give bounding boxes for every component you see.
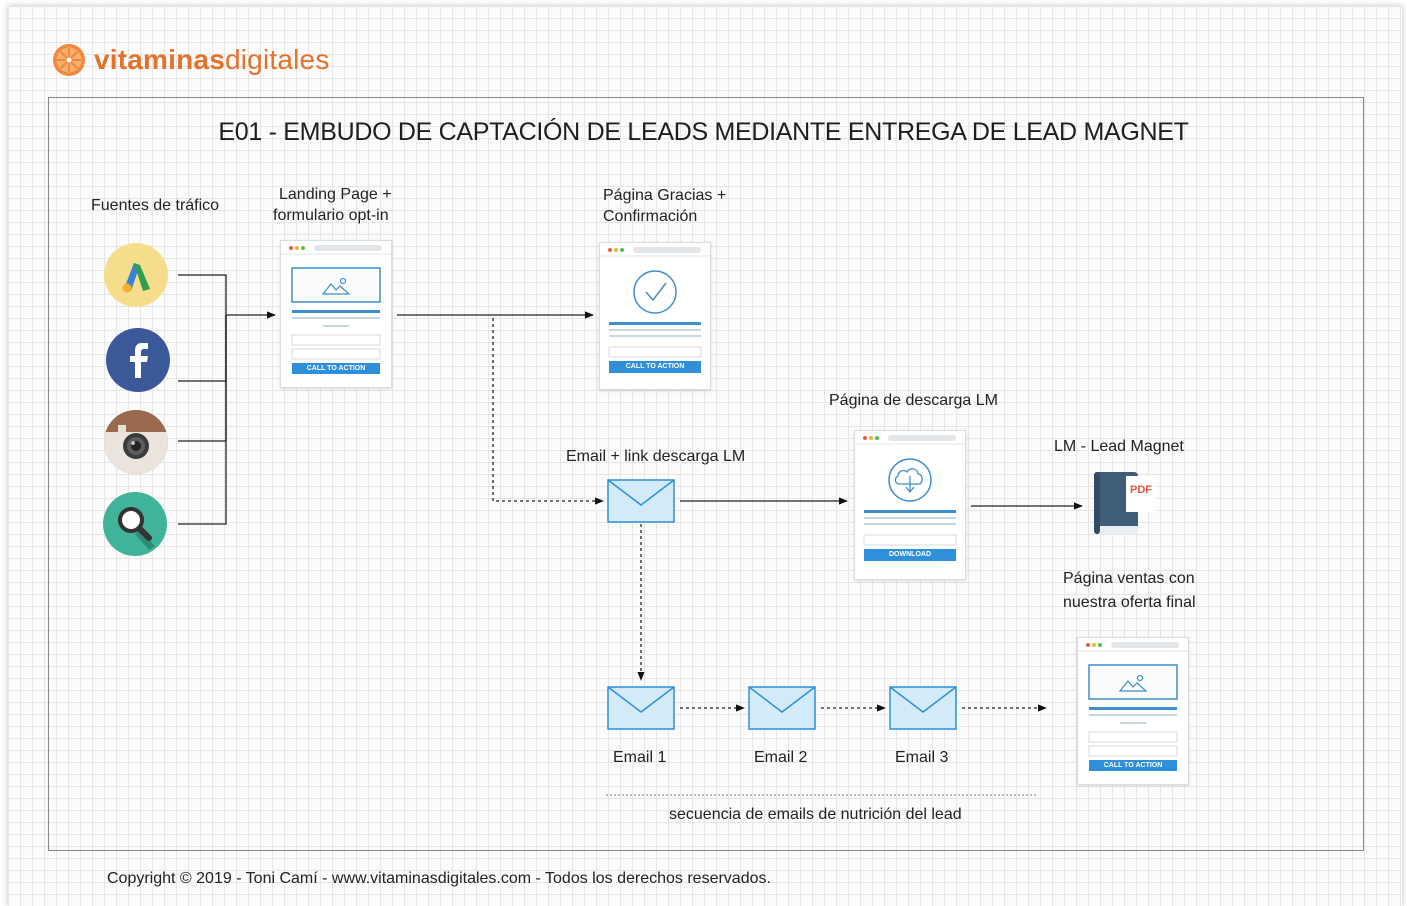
email-2-envelope-icon [748,686,816,730]
label-email-1: Email 1 [613,749,667,766]
label-email-sequence: secuencia de emails de nutrición del lea… [669,806,962,823]
sales-cta-button[interactable]: CALL TO ACTION [1089,760,1177,771]
download-page-mockup: DOWNLOAD [854,430,966,580]
label-download-page: Página de descarga LM [829,392,998,409]
label-email-2: Email 2 [754,749,808,766]
adwords-icon [104,243,168,307]
instagram-icon [104,410,168,474]
label-traffic-sources: Fuentes de tráfico [91,197,220,214]
connector-search [178,315,227,525]
email-1-envelope-icon [607,686,675,730]
landing-page-mockup: CALL TO ACTION [280,240,392,388]
label-landing-line2: formulario opt-in [273,207,389,224]
landing-cta-button[interactable]: CALL TO ACTION [292,363,380,374]
label-sales-line2: nuestra oferta final [1063,594,1196,611]
pdf-label: PDF [1130,484,1152,496]
sales-page-mockup: CALL TO ACTION [1077,637,1189,785]
thanks-page-mockup: CALL TO ACTION [599,242,711,390]
label-thanks-line1: Página Gracias + [603,187,727,204]
pdf-book-icon: PDF [1092,470,1158,538]
label-landing-line1: Landing Page + [279,186,392,203]
label-lead-magnet: LM - Lead Magnet [1054,438,1184,455]
label-sales-line1: Página ventas con [1063,570,1195,587]
email-link-envelope-icon [607,479,675,523]
label-email-link: Email + link descarga LM [566,448,746,465]
label-email-3: Email 3 [895,749,949,766]
download-button[interactable]: DOWNLOAD [864,549,956,561]
email-3-envelope-icon [889,686,957,730]
connector-instagram [178,315,227,442]
connector-facebook [178,315,227,382]
dashed-to-email-link [492,318,604,505]
facebook-icon [106,328,170,392]
search-icon [103,492,167,556]
footer-copyright: Copyright © 2019 - Toni Camí - www.vitam… [107,870,771,887]
label-thanks-line2: Confirmación [603,208,698,225]
connector-adwords [178,274,227,315]
thanks-cta-button[interactable]: CALL TO ACTION [609,361,701,373]
